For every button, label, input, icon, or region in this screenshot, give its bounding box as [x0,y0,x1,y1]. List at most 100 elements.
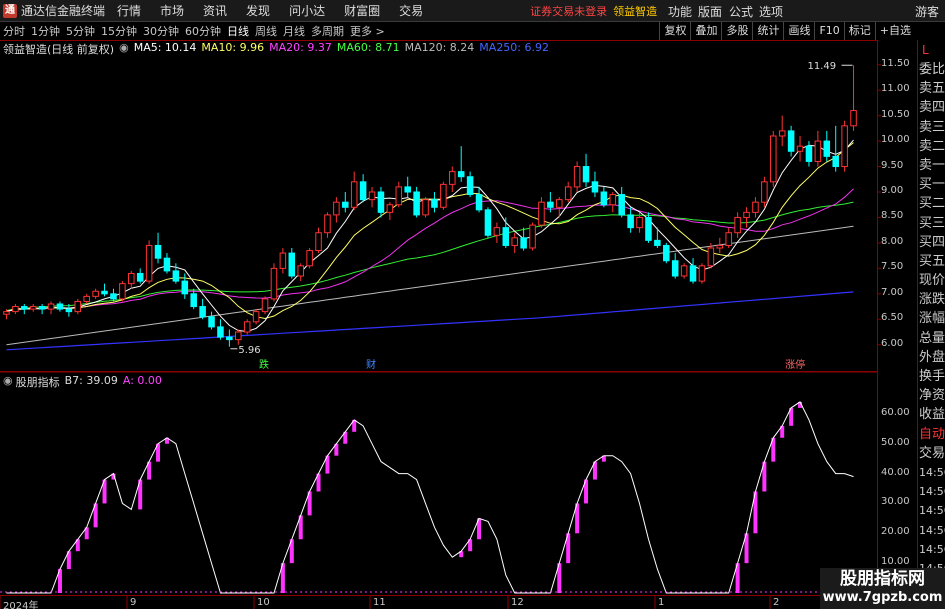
quote-field-2[interactable]: 卖四 [918,98,945,117]
event-marker: 财 [366,358,376,371]
candle-body [128,272,135,285]
candle-body [29,306,37,310]
candle-body [663,244,670,262]
candle-body [814,140,822,162]
candle-body [172,270,180,282]
panel-toggle-button[interactable]: L [918,40,945,60]
candle-body [47,303,55,310]
quote-field-11[interactable]: 现价 [918,271,945,290]
ma60-label: MA60: 8.71 [336,41,400,54]
candle-body [413,191,420,216]
candle-body [145,244,153,282]
quote-field-18[interactable]: 收益 [918,405,945,424]
candle-body [805,145,813,162]
candle-body [154,244,162,259]
candle-body [3,311,10,315]
event-marker: 涨停 [785,358,805,371]
watermark-title: 股朋指标网 [840,569,925,589]
candle-body [65,308,73,313]
quote-field-4[interactable]: 卖二 [918,137,945,156]
y-tick-label: 8.00 [881,235,904,247]
indicator-y-tick-label: 10.00 [881,556,910,568]
quote-field-16[interactable]: 换手 [918,367,945,386]
quote-field-19[interactable]: 自动 [918,425,945,444]
candle-body [56,303,64,310]
y-tick-label: 6.50 [881,312,904,324]
x-tick-label: 2 [773,597,780,608]
candle-body [787,130,795,152]
candle-body [235,331,242,341]
candle-body [350,181,358,208]
quote-field-9[interactable]: 买四 [918,233,945,252]
candle-body [163,257,171,272]
quote-field-24[interactable]: 14:56 [918,521,945,540]
candle-body [529,224,536,249]
candle-body [431,199,438,208]
indicator-b7-value: B7: 39.09 [64,374,118,387]
y-tick-label: 9.00 [881,185,904,196]
quote-field-6[interactable]: 买一 [918,175,945,194]
quote-field-14[interactable]: 总量 [918,329,945,348]
quote-field-22[interactable]: 14:56 [918,482,945,501]
candle-body [12,306,19,313]
y-tick-label: 11.50 [881,57,910,69]
ma20-label: MA20: 9.37 [269,41,332,54]
quote-field-12[interactable]: 涨跌 [918,290,945,309]
price-high-label: 11.49 [808,61,837,72]
candle-body [823,140,831,157]
candle-body [591,181,599,193]
candle-body [582,166,590,183]
candle-body [761,181,768,203]
candle-body [359,181,367,201]
candle-body [618,194,625,216]
quote-field-13[interactable]: 涨幅 [918,309,945,328]
candle-body [449,171,456,185]
quote-field-0[interactable]: 委比 [918,60,945,79]
quote-field-23[interactable]: 14:56 [918,501,945,520]
right-quote-panel: L 委比 卖五 卖四 卖三 卖二 卖一 买一 买二 买三 买四 买五 现价 涨跌 涨幅 总量 外盘 换手 净资 收益… [917,40,945,609]
y-tick-label: 8.50 [881,210,904,222]
candle-body [21,306,28,310]
quote-field-20[interactable]: 交易 [918,444,945,463]
quote-field-15[interactable]: 外盘 [918,348,945,367]
quote-field-7[interactable]: 买二 [918,194,945,213]
candle-body [484,209,492,236]
candle-body [92,290,99,297]
quote-field-10[interactable]: 买五 [918,252,945,271]
settings-dot-icon[interactable]: ◉ [3,374,13,390]
candle-body [511,237,518,246]
candle-body [83,295,90,302]
x-tick-label: 9 [130,597,137,608]
quote-field-21[interactable]: 14:56 [918,463,945,482]
quote-field-3[interactable]: 卖三 [918,118,945,137]
indicator-name[interactable]: 股朋指标 [16,374,60,390]
candle-body [315,232,322,252]
quote-field-8[interactable]: 买三 [918,214,945,233]
quote-field-25[interactable]: 14:56 [918,540,945,559]
candle-body [226,336,233,341]
candle-body [547,201,554,208]
indicator-y-tick-label: 40.00 [881,466,910,478]
candle-body [538,201,545,226]
y-tick-label: 10.50 [881,108,910,120]
candle-body [520,237,527,249]
indicator-y-tick-label: 30.00 [881,496,910,508]
candle-body [208,316,215,328]
x-axis: 2024年 9 10 11 12 1 2 [0,595,877,609]
quote-field-1[interactable]: 卖五 [918,79,945,98]
candle-body [74,300,82,313]
watermark: 股朋指标网 www.7gpzb.com [820,568,945,609]
candle-body [368,191,376,201]
y-tick-label: 7.00 [881,286,904,298]
quote-field-17[interactable]: 净资 [918,386,945,405]
x-tick-label: 1 [658,597,665,608]
indicator-y-tick-label: 50.00 [881,436,910,448]
ma-legend: 领益智造(日线 前复权) ◉ MA5: 10.14 MA10: 9.96 MA2… [3,41,554,57]
quote-field-5[interactable]: 卖一 [918,156,945,175]
candle-body [440,183,447,208]
x-tick-label: 2024年 [3,601,39,609]
y-tick-label: 10.00 [881,134,910,146]
settings-dot-icon[interactable]: ◉ [119,41,129,57]
ma20-line [6,188,854,313]
candle-body [279,252,287,269]
